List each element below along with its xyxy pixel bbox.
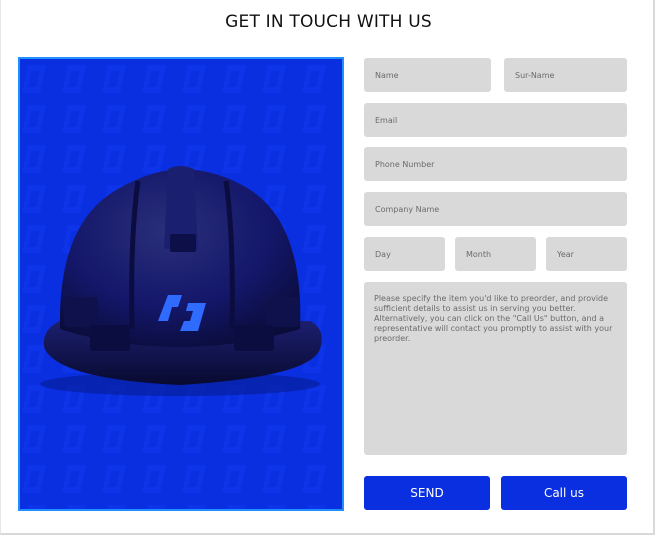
page-title: GET IN TOUCH WITH US: [225, 12, 432, 32]
phone-input[interactable]: [364, 147, 627, 181]
year-input[interactable]: [546, 237, 627, 271]
day-input[interactable]: [364, 237, 445, 271]
surname-input[interactable]: [504, 58, 627, 92]
email-input[interactable]: [364, 103, 627, 137]
name-input[interactable]: [364, 58, 491, 92]
hard-hat-icon: [20, 59, 342, 509]
message-textarea[interactable]: [364, 282, 627, 455]
send-button[interactable]: SEND: [364, 476, 490, 510]
company-input[interactable]: [364, 192, 627, 226]
product-image: [18, 57, 344, 511]
call-us-button[interactable]: Call us: [501, 476, 627, 510]
month-input[interactable]: [455, 237, 536, 271]
